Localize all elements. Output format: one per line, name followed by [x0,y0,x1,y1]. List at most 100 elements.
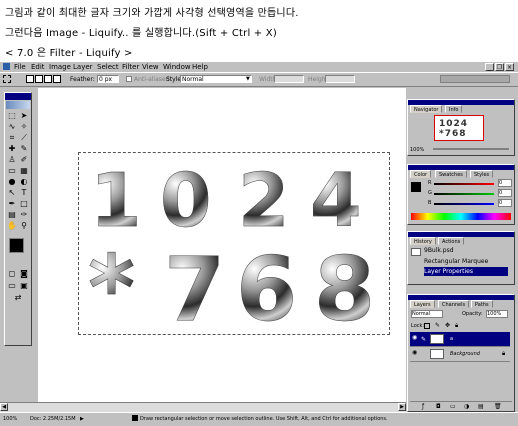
quick-mask-off-icon[interactable]: ◻ [7,269,17,279]
width-input[interactable] [274,75,304,83]
b-value[interactable]: 0 [498,199,512,207]
adjustment-layer-icon[interactable]: ◑ [464,403,469,410]
tab-swatches[interactable]: Swatches [435,170,467,178]
horizontal-scrollbar[interactable]: ◀ ▶ [0,402,406,412]
layer-mask-icon[interactable]: ◘ [436,403,441,410]
opacity-input[interactable]: 100% [486,310,508,318]
eraser-icon[interactable]: ▭ [7,166,17,176]
type-icon[interactable]: T [19,188,29,198]
document-canvas[interactable]: 1 0 2 4 * 7 6 8 [38,88,406,404]
crop-icon[interactable]: ⌗ [7,133,17,143]
scroll-right-icon[interactable]: ▶ [398,403,406,411]
tab-history[interactable]: History [410,237,436,245]
lasso-icon[interactable]: ∿ [7,122,17,132]
history-item-selected[interactable]: Layer Properties [424,267,508,276]
hand-icon[interactable]: ✋ [7,221,17,231]
snapshot-thumbnail[interactable] [411,248,421,256]
notes-icon[interactable]: ▤ [7,210,17,220]
new-layer-icon[interactable]: ▤ [478,403,484,410]
add-selection-icon[interactable] [35,75,43,83]
history-file[interactable]: 9Bulk.psd [424,246,518,255]
magic-wand-icon[interactable]: ✧ [19,122,29,132]
history-item[interactable]: Rectangular Marquee [424,257,508,266]
status-menu-icon[interactable]: ▶ [80,416,84,422]
layer-name[interactable]: a [450,336,453,342]
feather-input[interactable]: 0 px [97,75,119,83]
blur-icon[interactable]: ● [7,177,17,187]
menu-edit[interactable]: Edit [31,62,45,72]
lock-all-icon[interactable]: 🔒︎ [455,322,458,330]
g-value[interactable]: 0 [498,189,512,197]
close-button[interactable]: × [505,63,514,71]
menu-filter[interactable]: Filter [122,62,139,72]
tab-actions[interactable]: Actions [438,237,465,245]
new-selection-icon[interactable] [26,75,34,83]
healing-brush-icon[interactable]: ✚ [7,144,17,154]
minimize-button[interactable]: _ [485,63,494,71]
dodge-icon[interactable]: ◐ [19,177,29,187]
tab-color[interactable]: Color [410,170,432,178]
doc-size-readout[interactable]: Doc: 2.25M/2.15M [30,416,76,422]
palette-well[interactable] [440,75,510,83]
slice-icon[interactable]: ⟋ [19,133,29,143]
height-input[interactable] [325,75,355,83]
layer-row[interactable]: ◉ Background 🔒︎ [410,347,510,362]
quick-mask-on-icon[interactable]: ◙ [19,269,29,279]
layer-style-icon[interactable]: ƒ [422,403,424,410]
eye-icon[interactable]: ◉ [412,335,418,341]
tab-styles[interactable]: Styles [470,170,494,178]
marquee-icon[interactable]: ⬚ [7,111,17,121]
zoom-readout[interactable]: 100% [3,416,17,422]
move-icon[interactable]: ➤ [19,111,29,121]
tab-info[interactable]: Info [445,105,463,113]
menu-file[interactable]: File [14,62,26,72]
lock-transparency-icon[interactable] [424,323,430,329]
menu-image[interactable]: Image [49,62,71,72]
color-ramp[interactable] [411,213,511,220]
navigator-preview[interactable]: 1024 *768 [434,115,484,141]
lock-move-icon[interactable]: ✥ [445,322,450,329]
layer-name[interactable]: Background [450,351,480,357]
intersect-selection-icon[interactable] [53,75,61,83]
screen-mode-standard-icon[interactable]: ▭ [7,281,17,291]
stamp-icon[interactable]: ♙ [7,155,17,165]
anti-aliased-checkbox[interactable] [126,76,132,82]
style-select[interactable]: Normal [180,75,252,83]
trash-icon[interactable]: 🗑︎ [494,403,502,410]
menu-window[interactable]: Window [163,62,191,72]
r-value[interactable]: 0 [498,179,512,187]
menu-help[interactable]: Help [192,62,208,72]
brush-icon[interactable]: ✎ [19,144,29,154]
shape-icon[interactable]: □ [19,199,29,209]
menu-layer[interactable]: Layer [73,62,93,72]
eyedropper-icon[interactable]: ✑ [19,210,29,220]
subtract-selection-icon[interactable] [44,75,52,83]
tab-navigator[interactable]: Navigator [410,105,443,113]
menu-view[interactable]: View [142,62,159,72]
lock-paint-icon[interactable]: ✎ [435,322,440,329]
chevron-down-icon[interactable]: ▼ [246,76,250,82]
scroll-left-icon[interactable]: ◀ [0,403,8,411]
tab-paths[interactable]: Paths [471,300,493,308]
blend-mode-select[interactable]: Normal [411,310,443,318]
tab-channels[interactable]: Channels [438,300,470,308]
navigator-zoom[interactable]: 100% [410,147,424,153]
zoom-icon[interactable]: ⚲ [19,221,29,231]
eye-icon[interactable]: ◉ [412,350,418,356]
layer-set-icon[interactable]: ▭ [450,403,456,410]
marquee-tool-icon[interactable] [3,75,11,83]
g-slider[interactable] [434,193,494,195]
b-slider[interactable] [434,203,494,205]
pen-icon[interactable]: ✒ [7,199,17,209]
history-brush-icon[interactable]: ✐ [19,155,29,165]
gradient-icon[interactable]: ▦ [19,166,29,176]
navigator-zoom-slider[interactable] [433,148,509,150]
tab-layers[interactable]: Layers [410,300,435,308]
jump-to-imageready-icon[interactable]: ⇄ [13,293,23,303]
layer-row-selected[interactable]: ◉ ✎ a [410,332,510,347]
path-select-icon[interactable]: ↖ [7,188,17,198]
menu-select[interactable]: Select [97,62,119,72]
foreground-color-swatch[interactable] [9,238,24,253]
r-slider[interactable] [434,183,494,185]
restore-button[interactable]: ❐ [495,63,504,71]
